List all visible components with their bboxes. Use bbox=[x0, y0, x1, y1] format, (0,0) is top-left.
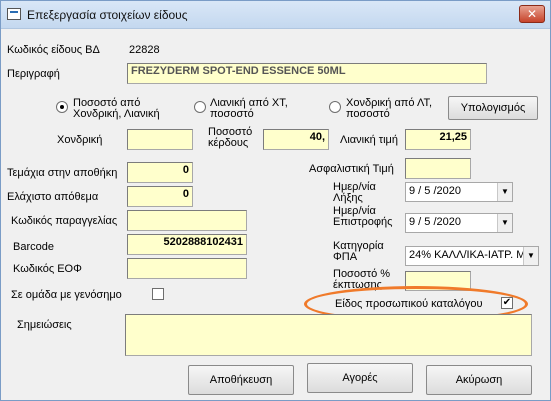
eof-code-field[interactable] bbox=[127, 258, 247, 279]
expiry-date-picker[interactable]: 9 / 5 /2020 ▼ bbox=[405, 182, 513, 202]
chevron-down-icon[interactable]: ▼ bbox=[523, 247, 538, 265]
item-edit-window: Επεξεργασία στοιχείων είδους ✕ Κωδικός ε… bbox=[0, 0, 551, 401]
eof-code-label: Κωδικός ΕΟΦ bbox=[13, 263, 82, 275]
barcode-field[interactable]: 5202888102431 bbox=[127, 234, 247, 255]
stock-qty-field[interactable]: 0 bbox=[127, 162, 193, 183]
description-label: Περιγραφή bbox=[7, 68, 60, 80]
return-date-value: 9 / 5 /2020 bbox=[409, 216, 461, 228]
expiry-date-label: Ημερ/νία Λήξης bbox=[333, 181, 376, 204]
notes-field[interactable] bbox=[125, 314, 532, 356]
expiry-date-value: 9 / 5 /2020 bbox=[409, 185, 461, 197]
profit-percent-label: Ποσοστό κέρδους bbox=[208, 126, 253, 149]
chevron-down-icon[interactable]: ▼ bbox=[497, 214, 512, 232]
title-bar[interactable]: Επεξεργασία στοιχείων είδους ✕ bbox=[1, 1, 550, 29]
radio-retail-from-xt[interactable] bbox=[194, 101, 206, 113]
return-date-label: Ημερ/νία Επιστροφής bbox=[333, 205, 393, 228]
purchases-button[interactable]: Αγορές bbox=[307, 363, 413, 393]
order-code-label: Κωδικός παραγγελίας bbox=[11, 215, 118, 227]
generic-group-label: Σε ομάδα με γενόσημο bbox=[11, 289, 122, 301]
save-button[interactable]: Αποθήκευση bbox=[188, 365, 294, 395]
chevron-down-icon[interactable]: ▼ bbox=[497, 183, 512, 201]
vat-category-value: 24% ΚΑΛΛ/ΙΚΑ-ΙΑΤΡ. ΜΗ bbox=[409, 249, 534, 261]
radio-percent-from-wholesale-retail[interactable] bbox=[56, 101, 68, 113]
radio-label-wholesale-from-lt: Χονδρική από ΛΤ, ποσοστό bbox=[346, 97, 433, 120]
stock-qty-label: Τεμάχια στην αποθήκη bbox=[7, 167, 118, 179]
vat-category-select[interactable]: 24% ΚΑΛΛ/ΙΚΑ-ΙΑΤΡ. ΜΗ ▼ bbox=[405, 246, 539, 266]
insured-price-field[interactable] bbox=[405, 158, 471, 179]
generic-group-checkbox[interactable] bbox=[152, 288, 164, 300]
radio-label-retail-from-xt: Λιανική από ΧΤ, ποσοστό bbox=[210, 97, 288, 120]
barcode-label: Barcode bbox=[13, 241, 54, 253]
notes-label: Σημειώσεις bbox=[17, 319, 72, 331]
radio-label-percent-from-wholesale: Ποσοστό από Χονδρική, Λιανική bbox=[73, 97, 160, 120]
cancel-button[interactable]: Ακύρωση bbox=[426, 365, 532, 395]
window-title: Επεξεργασία στοιχείων είδους bbox=[27, 8, 188, 22]
close-button[interactable]: ✕ bbox=[519, 5, 545, 23]
retail-price-label: Λιανική τιμή bbox=[340, 134, 399, 146]
min-stock-field[interactable]: 0 bbox=[127, 186, 193, 207]
insured-price-label: Ασφαλιστική Τιμή bbox=[309, 163, 394, 175]
wholesale-label: Χονδρική bbox=[57, 134, 103, 146]
app-icon bbox=[7, 8, 21, 20]
min-stock-label: Ελάχιστο απόθεμα bbox=[7, 191, 99, 203]
radio-wholesale-from-lt[interactable] bbox=[329, 101, 341, 113]
order-code-field[interactable] bbox=[127, 210, 247, 231]
return-date-picker[interactable]: 9 / 5 /2020 ▼ bbox=[405, 213, 513, 233]
vat-category-label: Κατηγορία ΦΠΑ bbox=[333, 240, 384, 263]
wholesale-field[interactable] bbox=[127, 129, 193, 150]
calculate-button[interactable]: Υπολογισμός bbox=[448, 96, 538, 120]
retail-price-field[interactable]: 21,25 bbox=[405, 129, 471, 150]
item-code-label: Κωδικός είδους ΒΔ bbox=[7, 44, 100, 56]
profit-percent-field[interactable]: 40, bbox=[263, 129, 329, 150]
description-field[interactable]: FREZYDERM SPOT-END ESSENCE 50ML bbox=[127, 63, 487, 84]
item-code-value: 22828 bbox=[129, 44, 160, 56]
